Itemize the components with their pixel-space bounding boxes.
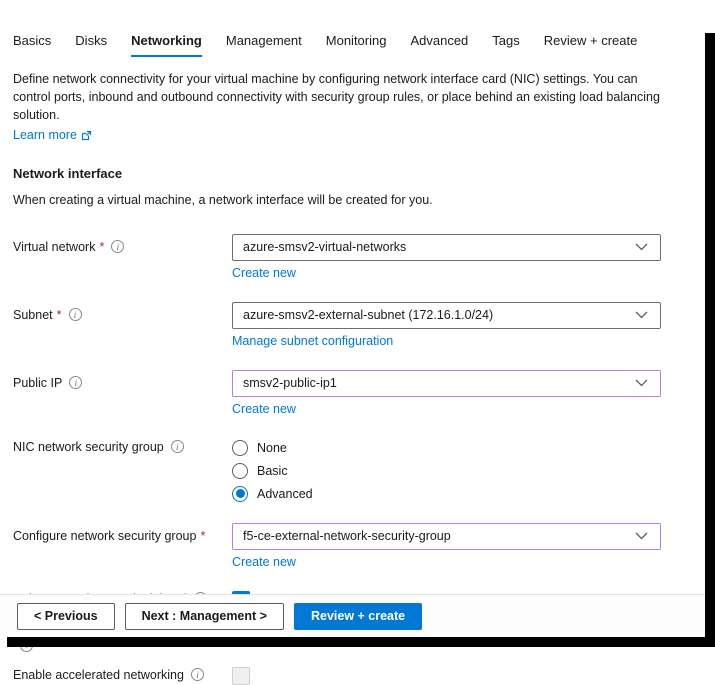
radio-basic[interactable] (232, 463, 248, 479)
wizard-footer: < Previous Next : Management > Review + … (0, 594, 705, 637)
field-row-public-ip: Public IP i smsv2-public-ip1 Create new (13, 370, 715, 418)
subnet-label-text: Subnet (13, 308, 53, 322)
field-row-configure-nsg: Configure network security group * f5-ce… (13, 523, 715, 571)
learn-more-link[interactable]: Learn more (13, 126, 92, 144)
window-edge-bottom (7, 637, 715, 647)
field-row-nic-nsg: NIC network security group i None Basic … (13, 438, 715, 509)
review-create-button[interactable]: Review + create (294, 603, 422, 630)
external-link-icon (81, 130, 92, 141)
public-ip-label: Public IP i (13, 370, 232, 390)
configure-nsg-label-text: Configure network security group (13, 529, 196, 543)
public-ip-value: smsv2-public-ip1 (243, 376, 337, 390)
info-icon[interactable]: i (69, 308, 82, 321)
required-asterisk: * (200, 529, 205, 543)
accelerated-networking-label-text: Enable accelerated networking (13, 668, 184, 682)
accelerated-networking-checkbox (232, 667, 250, 685)
public-ip-dropdown[interactable]: smsv2-public-ip1 (232, 370, 661, 397)
virtual-network-value: azure-smsv2-virtual-networks (243, 240, 406, 254)
configure-nsg-create-new-link[interactable]: Create new (232, 555, 296, 569)
chevron-down-icon (635, 532, 648, 540)
tab-networking[interactable]: Networking (131, 33, 202, 57)
subnet-value: azure-smsv2-external-subnet (172.16.1.0/… (243, 308, 493, 322)
tab-review-create[interactable]: Review + create (544, 33, 638, 57)
nic-nsg-label: NIC network security group i (13, 438, 232, 454)
info-icon[interactable]: i (191, 668, 204, 681)
info-icon[interactable]: i (111, 240, 124, 253)
public-ip-label-text: Public IP (13, 376, 62, 390)
field-row-virtual-network: Virtual network * i azure-smsv2-virtual-… (13, 234, 715, 282)
virtual-network-dropdown[interactable]: azure-smsv2-virtual-networks (232, 234, 661, 261)
required-asterisk: * (99, 240, 104, 254)
section-subtitle: When creating a virtual machine, a netwo… (13, 193, 715, 207)
nic-nsg-option-advanced[interactable]: Advanced (232, 486, 661, 502)
configure-nsg-label: Configure network security group * (13, 523, 232, 543)
nic-nsg-label-text: NIC network security group (13, 440, 164, 454)
radio-none[interactable] (232, 440, 248, 456)
window-edge-right (705, 33, 715, 647)
tab-basics[interactable]: Basics (13, 33, 51, 57)
virtual-network-label-text: Virtual network (13, 240, 95, 254)
radio-none-label: None (257, 441, 287, 455)
radio-basic-label: Basic (257, 464, 288, 478)
virtual-network-label: Virtual network * i (13, 234, 232, 254)
configure-nsg-dropdown[interactable]: f5-ce-external-network-security-group (232, 523, 661, 550)
tab-description: Define network connectivity for your vir… (13, 70, 673, 145)
radio-advanced-label: Advanced (257, 487, 313, 501)
info-icon[interactable]: i (171, 440, 184, 453)
configure-nsg-value: f5-ce-external-network-security-group (243, 529, 451, 543)
radio-advanced[interactable] (232, 486, 248, 502)
wizard-tab-bar: Basics Disks Networking Management Monit… (13, 33, 715, 57)
info-icon[interactable]: i (69, 376, 82, 389)
nic-nsg-option-basic[interactable]: Basic (232, 463, 661, 479)
chevron-down-icon (635, 311, 648, 319)
accelerated-networking-label: Enable accelerated networking i (13, 667, 232, 682)
subnet-label: Subnet * i (13, 302, 232, 322)
required-asterisk: * (57, 308, 62, 322)
chevron-down-icon (635, 379, 648, 387)
previous-button[interactable]: < Previous (17, 603, 115, 630)
tab-advanced[interactable]: Advanced (410, 33, 468, 57)
tab-tags[interactable]: Tags (492, 33, 519, 57)
tab-monitoring[interactable]: Monitoring (326, 33, 387, 57)
section-title: Network interface (13, 166, 715, 181)
field-row-accelerated-networking: Enable accelerated networking i (13, 667, 715, 685)
tab-description-text: Define network connectivity for your vir… (13, 72, 660, 122)
learn-more-label: Learn more (13, 126, 77, 144)
public-ip-create-new-link[interactable]: Create new (232, 402, 296, 416)
virtual-network-create-new-link[interactable]: Create new (232, 266, 296, 280)
manage-subnet-configuration-link[interactable]: Manage subnet configuration (232, 334, 393, 348)
subnet-dropdown[interactable]: azure-smsv2-external-subnet (172.16.1.0/… (232, 302, 661, 329)
tab-disks[interactable]: Disks (75, 33, 107, 57)
next-management-button[interactable]: Next : Management > (125, 603, 284, 630)
tab-management[interactable]: Management (226, 33, 302, 57)
chevron-down-icon (635, 243, 648, 251)
nic-nsg-option-none[interactable]: None (232, 440, 661, 456)
field-row-subnet: Subnet * i azure-smsv2-external-subnet (… (13, 302, 715, 350)
